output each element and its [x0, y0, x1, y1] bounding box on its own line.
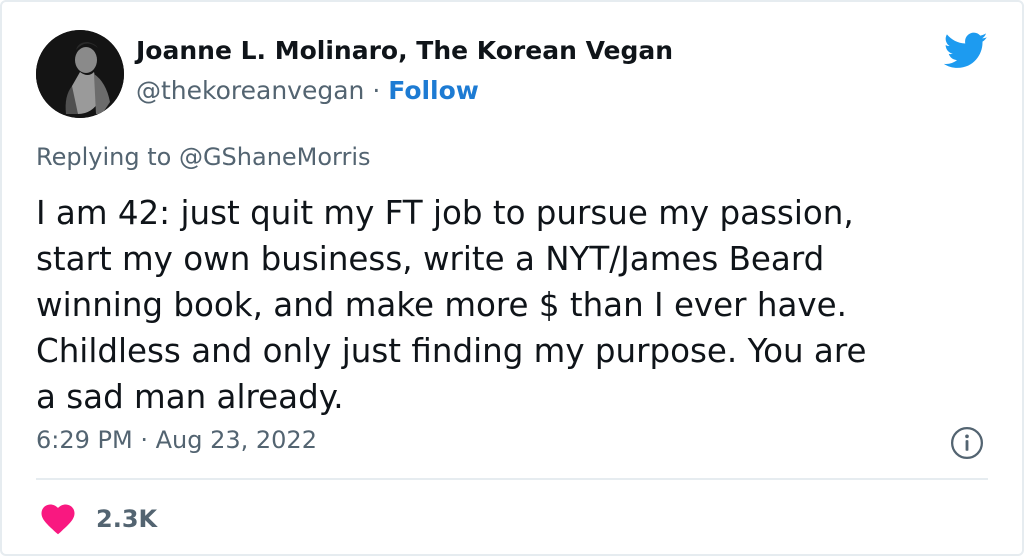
- author-handle[interactable]: @thekoreanvegan: [136, 76, 364, 105]
- twitter-bird-icon[interactable]: [944, 32, 988, 70]
- like-count: 2.3K: [96, 505, 158, 533]
- divider: [36, 478, 988, 480]
- tweet-text-line: winning book, and make more $ than I eve…: [36, 286, 847, 324]
- avatar[interactable]: [36, 30, 124, 118]
- replying-to-prefix: Replying to: [36, 143, 179, 171]
- tweet-body: I am 42: just quit my FT job to pursue m…: [36, 190, 996, 420]
- info-icon[interactable]: [950, 426, 984, 460]
- heart-icon: [41, 504, 75, 535]
- author-display-name[interactable]: Joanne L. Molinaro, The Korean Vegan: [136, 36, 673, 65]
- tweet-text-line: I am 42: just quit my FT job to pursue m…: [36, 194, 854, 232]
- tweet-text-line: Childless and only just finding my purpo…: [36, 332, 867, 370]
- replying-to-line: Replying to @GShaneMorris: [36, 143, 371, 171]
- tweet-timestamp[interactable]: 6:29 PM · Aug 23, 2022: [36, 426, 317, 454]
- tweet-text-line: start my own business, write a NYT/James…: [36, 240, 825, 278]
- follow-button[interactable]: Follow: [388, 76, 479, 105]
- tweet-text-line: a sad man already.: [36, 378, 344, 416]
- handle-separator: ·: [364, 76, 389, 105]
- reply-target-handle[interactable]: @GShaneMorris: [179, 143, 371, 171]
- tweet-card: Joanne L. Molinaro, The Korean Vegan @th…: [0, 0, 1024, 556]
- author-handle-row: @thekoreanvegan · Follow: [136, 76, 479, 105]
- avatar-portrait-image: [36, 30, 124, 118]
- like-button[interactable]: 2.3K: [40, 498, 157, 540]
